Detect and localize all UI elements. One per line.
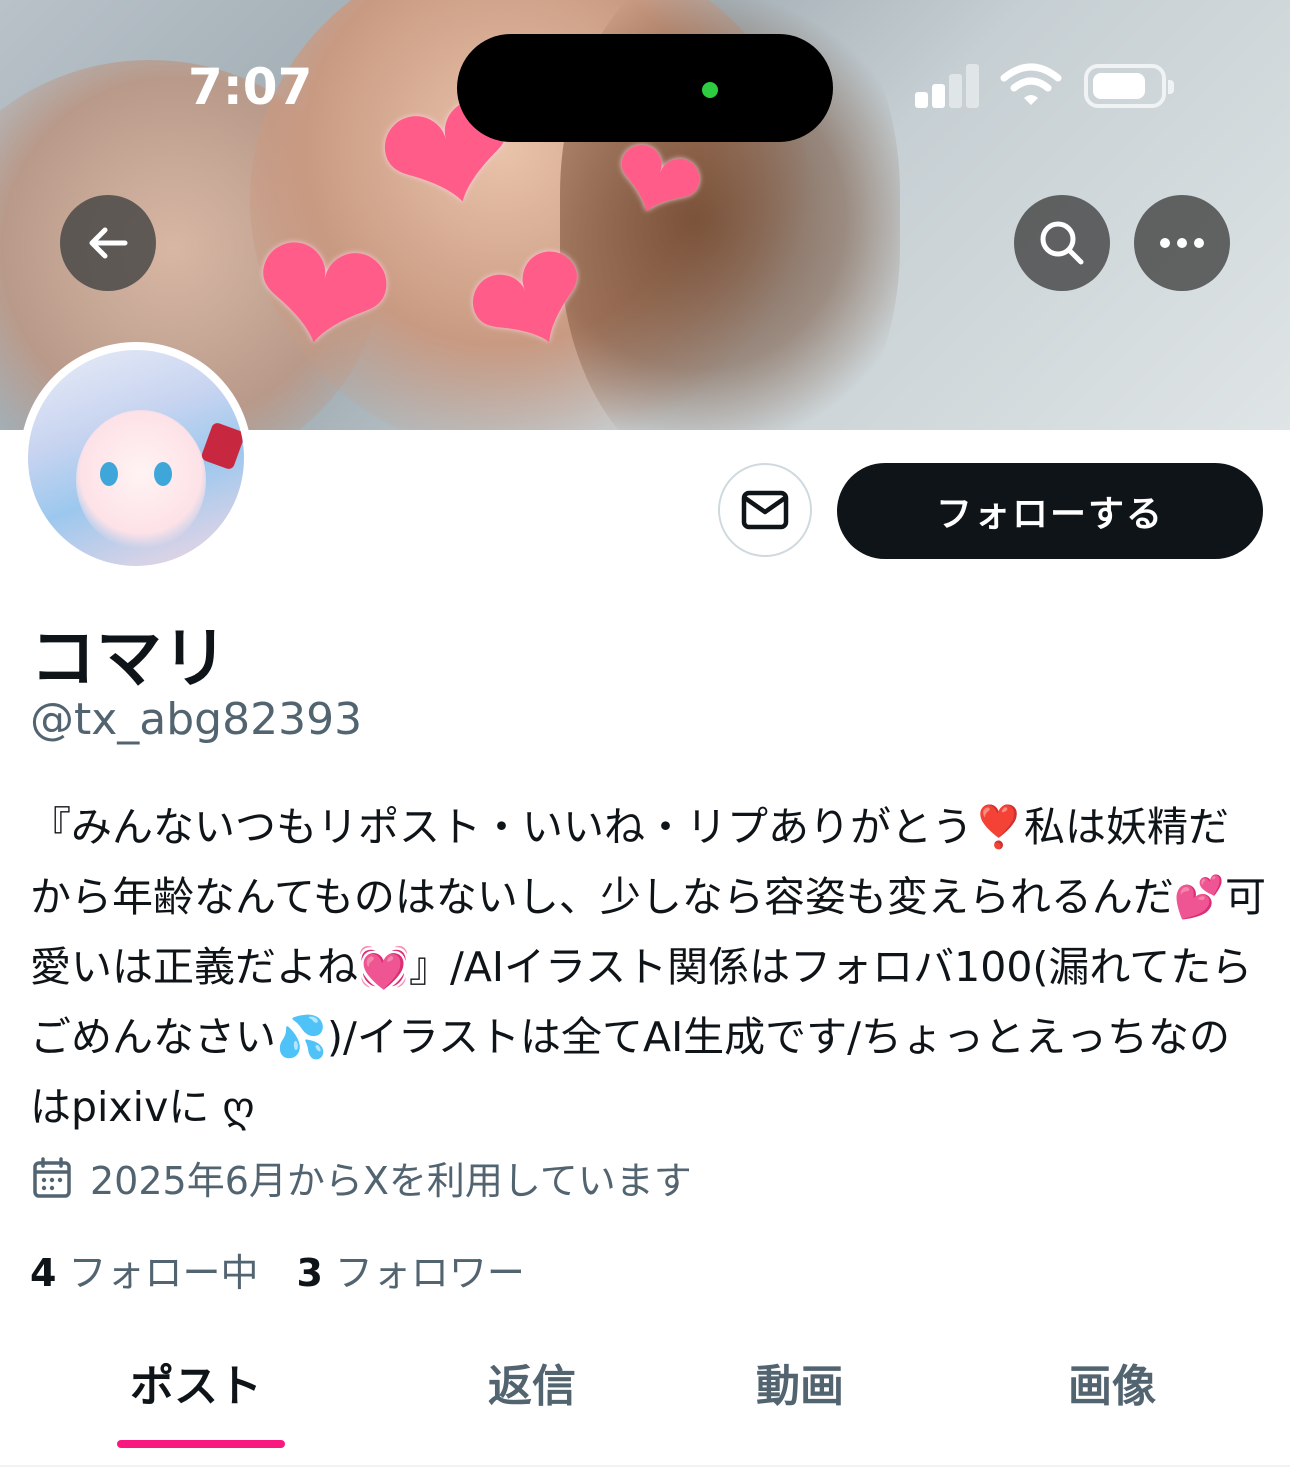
tab-videos[interactable]: 動画 [756, 1350, 844, 1414]
more-dots-icon [1160, 238, 1204, 248]
user-handle: @tx_abg82393 [30, 694, 363, 745]
followers-count: 3 [296, 1251, 323, 1295]
arrow-left-icon [89, 227, 128, 259]
following-count: 4 [30, 1251, 57, 1295]
profile-bio: 『みんないつもリポスト・いいね・リプありがとう❣️私は妖精だから年齢なんてものは… [30, 803, 1266, 1131]
joined-date: 2025年6月からXを利用しています [32, 1150, 692, 1205]
more-options-button[interactable] [1134, 195, 1230, 291]
avatar-image [28, 350, 244, 566]
status-time: 7:07 [188, 58, 313, 116]
camera-indicator-icon [702, 82, 718, 98]
profile-tabs: ポスト 返信 動画 画像 [0, 1330, 1290, 1467]
followers-link[interactable]: 3 フォロワー [296, 1242, 524, 1297]
display-name: コマリ [30, 620, 228, 697]
profile-avatar[interactable] [20, 342, 252, 574]
following-label: フォロー中 [68, 1251, 259, 1295]
tab-posts[interactable]: ポスト [130, 1350, 262, 1414]
cellular-signal-icon [915, 64, 985, 108]
back-button[interactable] [60, 195, 156, 291]
wifi-icon [1000, 63, 1062, 105]
envelope-icon [741, 490, 789, 530]
battery-icon [1084, 64, 1174, 108]
tab-replies[interactable]: 返信 [488, 1350, 576, 1414]
following-link[interactable]: 4 フォロー中 [30, 1242, 258, 1297]
joined-text: 2025年6月からXを利用しています [90, 1159, 692, 1203]
search-button[interactable] [1014, 195, 1110, 291]
message-button[interactable] [718, 463, 812, 557]
followers-label: フォロワー [334, 1251, 525, 1295]
follow-stats: 4 フォロー中 3 フォロワー [30, 1242, 525, 1297]
dynamic-island [457, 34, 833, 142]
follow-button[interactable]: フォローする [837, 463, 1263, 559]
tab-images[interactable]: 画像 [1068, 1350, 1156, 1414]
active-tab-indicator [117, 1440, 285, 1448]
search-icon [1040, 221, 1084, 265]
calendar-icon [33, 1156, 71, 1198]
